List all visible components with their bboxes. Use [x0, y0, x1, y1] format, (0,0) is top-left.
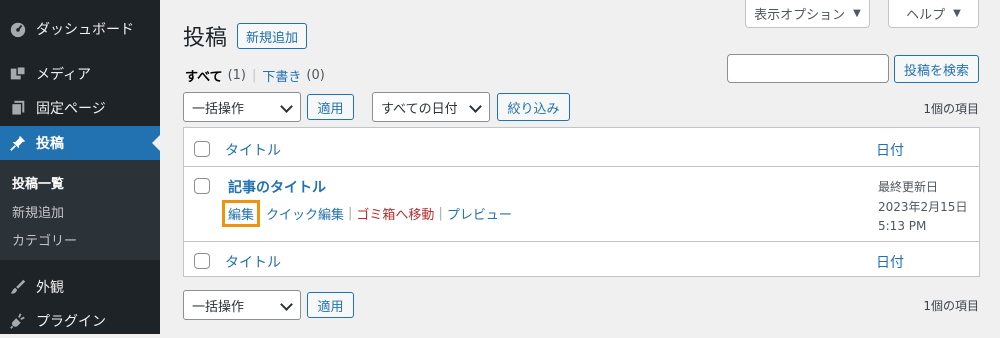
posts-submenu: 投稿一覧 新規追加 カテゴリー	[0, 160, 160, 260]
apply-button-top[interactable]: 適用	[307, 94, 354, 120]
date-filter-select[interactable]: すべての日付	[372, 92, 490, 122]
help-button[interactable]: ヘルプ ▼	[888, 0, 979, 28]
help-label: ヘルプ	[906, 8, 946, 23]
sidebar-item-dashboard[interactable]: ダッシュボード	[0, 12, 160, 46]
sidebar-item-label: 投稿	[36, 136, 64, 152]
caret-down-icon: ▼	[953, 8, 961, 19]
search-input[interactable]	[727, 54, 889, 83]
brush-icon	[8, 277, 28, 297]
column-title-footer[interactable]: タイトル	[225, 252, 281, 272]
screen-options-label: 表示オプション	[754, 8, 846, 23]
sidebar-item-label: ダッシュボード	[36, 22, 134, 38]
post-checkbox[interactable]	[194, 178, 210, 194]
chevron-down-icon	[469, 100, 482, 113]
sidebar-item-plugins[interactable]: プラグイン	[0, 304, 160, 338]
column-title-header[interactable]: タイトル	[225, 140, 281, 160]
bulk-action-select-top[interactable]: 一括操作	[183, 92, 301, 122]
add-new-button[interactable]: 新規追加	[237, 23, 307, 49]
preview-link[interactable]: プレビュー	[447, 204, 512, 223]
bulk-action-value: 一括操作	[192, 101, 245, 117]
pages-icon	[8, 98, 28, 118]
date-status: 最終更新日	[878, 180, 939, 194]
search-posts-button[interactable]: 投稿を検索	[894, 55, 979, 83]
chevron-down-icon	[280, 100, 293, 113]
divider	[184, 166, 979, 167]
post-title-link[interactable]: 記事のタイトル	[228, 177, 326, 197]
post-date: 2023年2月15日	[878, 200, 968, 214]
bulk-action-select-bottom[interactable]: 一括操作	[183, 290, 301, 320]
filter-all-count: (1)	[227, 68, 246, 83]
page-title: 投稿	[183, 26, 228, 51]
chevron-down-icon	[280, 298, 293, 311]
screen-options-button[interactable]: 表示オプション ▼	[745, 0, 870, 28]
sidebar-item-label: プラグイン	[36, 314, 106, 330]
filter-drafts[interactable]: 下書き	[262, 66, 301, 85]
filter-drafts-count: (0)	[306, 68, 325, 83]
dashboard-icon	[8, 19, 28, 39]
post-time: 5:13 PM	[878, 219, 927, 233]
sidebar-item-label: 外観	[36, 280, 64, 296]
filter-all[interactable]: すべて	[185, 66, 223, 85]
sidebar-item-label: 固定ページ	[36, 101, 106, 117]
items-count-top: 1個の項目	[923, 102, 979, 116]
caret-down-icon: ▼	[853, 8, 861, 19]
select-all-checkbox-footer[interactable]	[194, 253, 210, 269]
media-icon	[8, 64, 28, 84]
sidebar-item-label: メディア	[36, 67, 92, 83]
quick-edit-link[interactable]: クイック編集	[266, 204, 344, 223]
bulk-action-value: 一括操作	[192, 299, 245, 315]
trash-link[interactable]: ゴミ箱へ移動	[356, 204, 434, 223]
date-filter-value: すべての日付	[381, 101, 458, 117]
items-count-bottom: 1個の項目	[923, 299, 979, 313]
post-status-filter: すべて (1) | 下書き (0)	[185, 66, 325, 85]
sidebar-item-media[interactable]: メディア	[0, 57, 160, 91]
row-actions: 編集 クイック編集 | ゴミ箱へ移動 | プレビュー	[222, 200, 512, 227]
pin-icon	[8, 133, 28, 153]
sidebar-item-appearance[interactable]: 外観	[0, 270, 160, 304]
select-all-checkbox[interactable]	[194, 141, 210, 157]
separator: |	[252, 68, 257, 83]
apply-button-bottom[interactable]: 適用	[307, 292, 354, 318]
posts-table: タイトル 日付 記事のタイトル 編集 クイック編集 | ゴミ箱へ移動 | プレビ…	[183, 127, 980, 277]
admin-sidebar: ダッシュボード メディア 固定ページ 投稿 投稿一覧 新規追加 カテゴリー 外観…	[0, 0, 160, 334]
submenu-item-add-new[interactable]: 新規追加	[12, 202, 64, 221]
separator: |	[348, 206, 353, 221]
filter-button[interactable]: 絞り込み	[497, 93, 570, 121]
column-date-header[interactable]: 日付	[876, 140, 904, 160]
submenu-item-categories[interactable]: カテゴリー	[12, 230, 77, 249]
submenu-item-all-posts[interactable]: 投稿一覧	[12, 173, 64, 192]
plugin-icon	[8, 311, 28, 331]
edit-link[interactable]: 編集	[222, 200, 261, 227]
sidebar-item-pages[interactable]: 固定ページ	[0, 91, 160, 125]
sidebar-item-posts[interactable]: 投稿	[0, 126, 160, 160]
column-date-footer[interactable]: 日付	[876, 252, 904, 272]
separator: |	[438, 206, 443, 221]
divider	[184, 241, 979, 242]
